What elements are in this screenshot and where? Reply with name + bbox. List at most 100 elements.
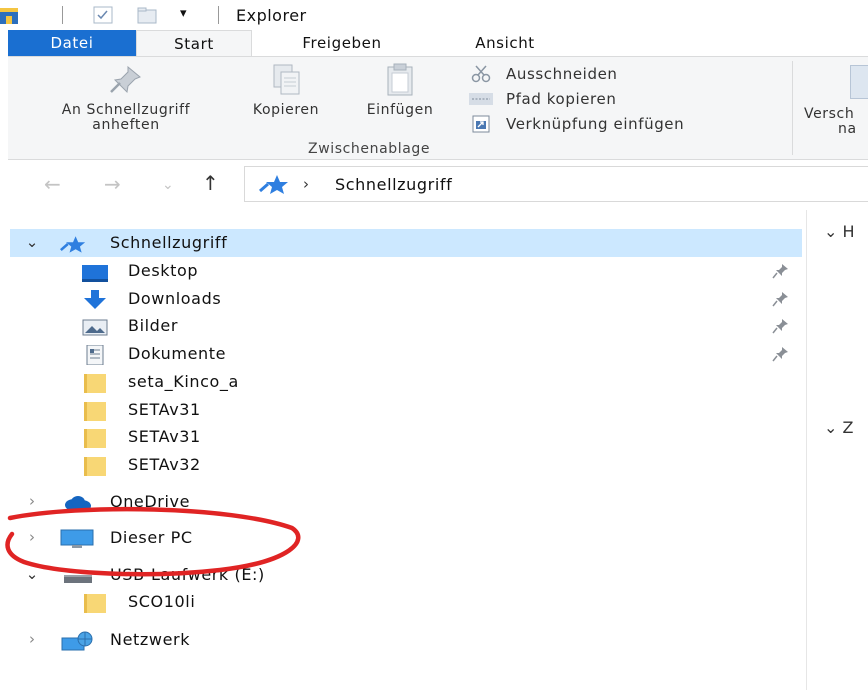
collapsed-chevron-icon[interactable]: › bbox=[22, 492, 42, 510]
back-arrow-icon[interactable]: ← bbox=[44, 172, 61, 196]
nav-item-downloads[interactable]: Downloads bbox=[10, 285, 802, 313]
nav-item-label: Dieser PC bbox=[110, 528, 193, 547]
folder-icon bbox=[84, 594, 106, 613]
move-label-line2: na bbox=[838, 121, 857, 137]
customize-toolbar-dropdown-icon[interactable]: ▾ bbox=[180, 6, 187, 24]
breadcrumb-location[interactable]: Schnellzugriff bbox=[335, 175, 452, 194]
content-group-label: H bbox=[842, 222, 855, 241]
nav-item-folder[interactable]: seta_Kinco_a bbox=[10, 368, 802, 396]
cloud-icon bbox=[65, 496, 91, 512]
nav-item-label: Dokumente bbox=[128, 344, 227, 363]
paste-label: Einfügen bbox=[366, 102, 434, 118]
expanded-chevron-icon: ⌄ bbox=[824, 222, 843, 241]
ribbon-group-separator bbox=[792, 61, 793, 155]
expanded-chevron-icon[interactable]: ⌄ bbox=[22, 233, 42, 251]
nav-item-label: SETAv31 bbox=[128, 427, 201, 446]
expanded-chevron-icon: ⌄ bbox=[824, 418, 843, 437]
new-folder-icon[interactable] bbox=[136, 6, 158, 24]
nav-item-folder[interactable]: SETAv32 bbox=[10, 451, 802, 479]
tab-datei[interactable]: Datei bbox=[8, 30, 136, 57]
recent-locations-chevron-icon[interactable]: ⌄ bbox=[162, 177, 174, 193]
scissors-icon bbox=[468, 65, 494, 83]
content-group-header[interactable]: ⌄ Z bbox=[824, 418, 853, 437]
folder-icon[interactable] bbox=[0, 6, 18, 24]
nav-item-onedrive[interactable]: › OneDrive bbox=[10, 488, 802, 516]
nav-item-schnellzugriff[interactable]: ⌄ Schnellzugriff bbox=[10, 229, 802, 257]
collapsed-chevron-icon[interactable]: › bbox=[22, 528, 42, 546]
window-title: Explorer bbox=[236, 6, 307, 25]
pin-label-line1: An Schnellzugriff bbox=[61, 102, 191, 118]
pin-label-line2: anheften bbox=[92, 117, 160, 133]
nav-item-desktop[interactable]: Desktop bbox=[10, 257, 802, 285]
toolbar-separator bbox=[62, 6, 63, 24]
quick-access-star-icon bbox=[60, 236, 86, 253]
folder-icon bbox=[84, 374, 106, 393]
move-to-icon[interactable] bbox=[850, 65, 868, 99]
paste-shortcut-label: Verknüpfung einfügen bbox=[506, 115, 685, 133]
nav-item-label: Schnellzugriff bbox=[110, 233, 228, 252]
nav-item-netzwerk[interactable]: › Netzwerk bbox=[10, 626, 802, 654]
nav-item-bilder[interactable]: Bilder bbox=[10, 312, 802, 340]
breadcrumb-separator[interactable]: › bbox=[303, 175, 309, 193]
address-bar[interactable]: › Schnellzugriff bbox=[244, 166, 868, 202]
pin-icon bbox=[110, 65, 141, 94]
collapsed-chevron-icon[interactable]: › bbox=[22, 630, 42, 648]
cut-label: Ausschneiden bbox=[506, 65, 618, 83]
expanded-chevron-icon[interactable]: ⌄ bbox=[22, 565, 42, 583]
network-icon bbox=[61, 631, 93, 651]
monitor-icon bbox=[60, 529, 94, 548]
nav-item-label: USB-Laufwerk (E:) bbox=[110, 565, 265, 584]
folder-icon bbox=[84, 429, 106, 448]
copy-label: Kopieren bbox=[252, 102, 320, 118]
documents-icon bbox=[86, 345, 104, 365]
pane-divider[interactable] bbox=[806, 210, 807, 690]
nav-item-folder[interactable]: SETAv31 bbox=[10, 396, 802, 424]
copy-path-label: Pfad kopieren bbox=[506, 90, 617, 108]
pin-to-quick-access-button[interactable]: An Schnellzugriff anheften bbox=[28, 63, 224, 133]
nav-item-folder[interactable]: SETAv31 bbox=[10, 423, 802, 451]
cut-button[interactable]: Ausschneiden bbox=[468, 63, 618, 85]
address-row: ← → ⌄ ↑ › Schnellzugriff bbox=[0, 162, 868, 206]
paste-shortcut-button[interactable]: Verknüpfung einfügen bbox=[468, 113, 684, 135]
copy-path-button[interactable]: Pfad kopieren bbox=[468, 88, 616, 110]
forward-arrow-icon[interactable]: → bbox=[104, 172, 121, 196]
paste-button[interactable]: Einfügen bbox=[346, 63, 454, 118]
content-group-header[interactable]: ⌄ H bbox=[824, 222, 855, 241]
content-group-label: Z bbox=[842, 418, 854, 437]
move-to-button[interactable]: Versch na bbox=[804, 107, 857, 137]
path-icon bbox=[468, 90, 494, 108]
shortcut-icon bbox=[468, 115, 494, 133]
pin-icon[interactable] bbox=[772, 263, 790, 279]
nav-item-label: Netzwerk bbox=[110, 630, 191, 649]
nav-item-folder[interactable]: SCO10li bbox=[10, 588, 802, 616]
toolbar-separator bbox=[218, 6, 219, 24]
up-arrow-icon[interactable]: ↑ bbox=[202, 171, 219, 195]
tab-ansicht[interactable]: Ansicht bbox=[440, 30, 570, 57]
pin-icon[interactable] bbox=[772, 318, 790, 334]
folder-icon bbox=[84, 457, 106, 476]
clipboard-group-label: Zwischenablage bbox=[308, 141, 431, 157]
nav-item-label: SETAv32 bbox=[128, 455, 201, 474]
nav-item-dokumente[interactable]: Dokumente bbox=[10, 340, 802, 368]
nav-item-label: SETAv31 bbox=[128, 400, 201, 419]
usb-drive-icon bbox=[64, 575, 92, 583]
tab-freigeben[interactable]: Freigeben bbox=[272, 30, 412, 57]
folder-icon bbox=[84, 402, 106, 421]
nav-item-usb-laufwerk[interactable]: ⌄ USB-Laufwerk (E:) bbox=[10, 561, 802, 589]
title-bar: ▾ Explorer bbox=[0, 0, 868, 30]
properties-icon[interactable] bbox=[92, 6, 114, 24]
copy-button[interactable]: Kopieren bbox=[234, 63, 338, 118]
tab-start[interactable]: Start bbox=[136, 30, 252, 58]
quick-access-star-icon bbox=[259, 175, 288, 194]
pictures-icon bbox=[82, 319, 108, 336]
ribbon-start: An Schnellzugriff anheften Kopieren Einf… bbox=[8, 56, 868, 160]
pin-icon[interactable] bbox=[772, 291, 790, 307]
nav-item-label: Bilder bbox=[128, 316, 179, 335]
paste-icon bbox=[387, 63, 413, 96]
nav-item-dieser-pc[interactable]: › Dieser PC bbox=[10, 524, 802, 552]
nav-item-label: OneDrive bbox=[110, 492, 191, 511]
move-label-line1: Versch bbox=[804, 106, 855, 122]
nav-item-label: SCO10li bbox=[128, 592, 196, 611]
pin-icon[interactable] bbox=[772, 346, 790, 362]
desktop-icon bbox=[82, 265, 108, 282]
